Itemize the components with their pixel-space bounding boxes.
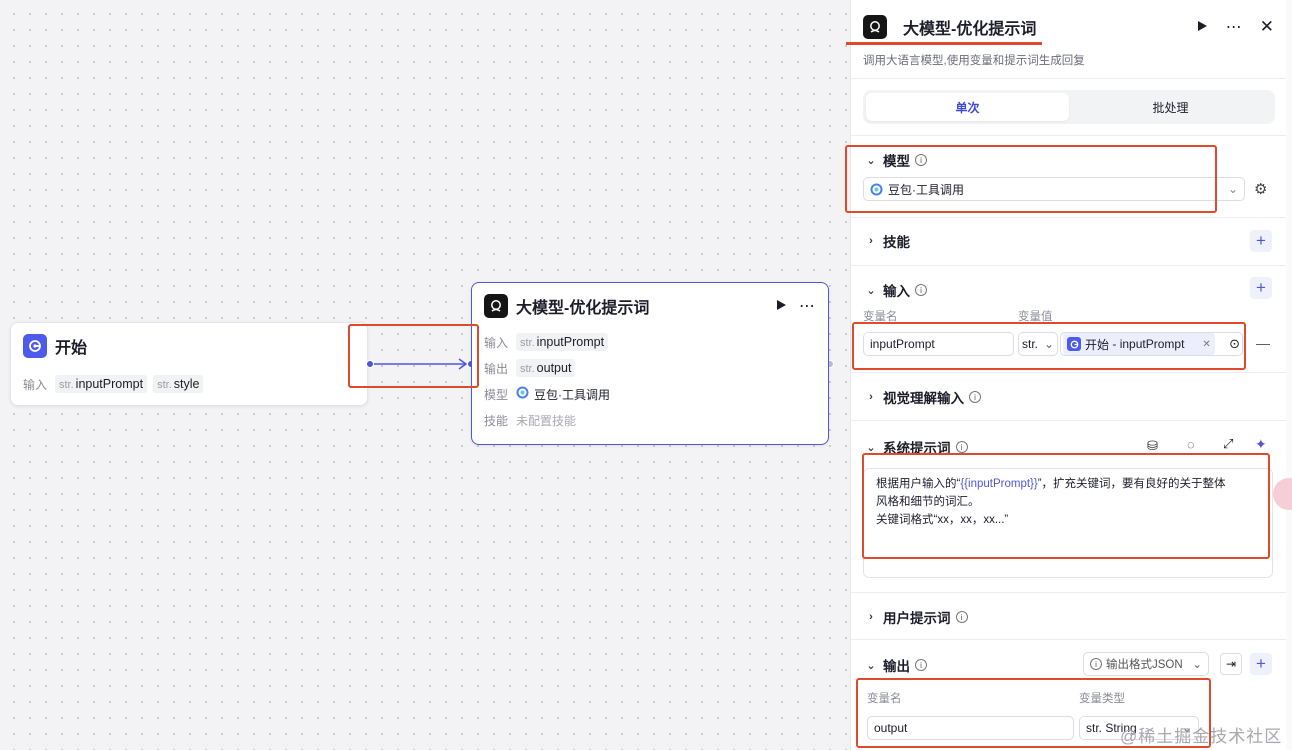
import-icon[interactable]: ⇥ — [1220, 653, 1242, 675]
llm-input-tag: str. inputPrompt — [516, 333, 609, 351]
add-output-button[interactable]: + — [1250, 653, 1272, 675]
start-node-icon — [23, 334, 47, 358]
llm-node-icon — [484, 294, 508, 318]
add-skill-button[interactable]: + — [1250, 230, 1272, 252]
info-icon: i — [969, 391, 981, 403]
llm-model-name: 豆包·工具调用 — [534, 387, 610, 402]
sparkle-optimize-icon[interactable]: ✦ — [1255, 436, 1267, 453]
watermark: @稀土掘金技术社区 — [1120, 727, 1283, 746]
run-node-icon[interactable] — [775, 299, 787, 314]
info-icon: i — [955, 611, 968, 623]
settings-gear-icon[interactable]: ⚙ — [1254, 180, 1267, 198]
input-section-header[interactable]: ⌄ 输入 i — [863, 280, 927, 300]
chevron-down-icon: ⌄ — [866, 284, 876, 297]
mode-tabs: 单次 批处理 — [863, 90, 1275, 124]
panel-description: 调用大语言模型,使用变量和提示词生成回复 — [863, 55, 1085, 67]
tab-single[interactable]: 单次 — [866, 93, 1069, 121]
llm-skill-value: 未配置技能 — [516, 413, 577, 428]
llm-node[interactable]: 大模型-优化提示词 ⋯ 输入 str. inputPrompt 输出 str. ou… — [471, 282, 829, 445]
skills-section-header[interactable]: › 技能 — [863, 231, 910, 251]
title-underline-annotation — [846, 42, 1042, 45]
run-icon[interactable] — [1196, 20, 1208, 35]
chevron-right-icon: › — [869, 235, 873, 247]
llm-skill-label: 技能 — [484, 413, 509, 428]
start-param-tag: str. inputPrompt — [55, 375, 148, 393]
vision-section-header[interactable]: › 视觉理解输入 i — [863, 387, 981, 407]
chevron-down-icon: ⌄ — [866, 659, 876, 672]
panel-title[interactable]: 大模型-优化提示词 — [903, 15, 1036, 39]
close-icon[interactable]: ✕ — [1260, 17, 1274, 37]
remove-input-icon[interactable]: — — [1256, 335, 1270, 351]
annotation-box — [845, 145, 1217, 213]
expand-icon[interactable]: ⤢ — [1223, 436, 1233, 452]
info-icon: i — [915, 659, 927, 671]
chevron-right-icon: › — [869, 391, 873, 403]
start-node-title: 开始 — [55, 340, 88, 357]
workflow-canvas[interactable]: 开始 输入 str. inputPrompt str. style 大模型-优化提示… — [0, 0, 850, 750]
add-input-button[interactable]: + — [1250, 277, 1272, 299]
chevron-down-icon: ⌄ — [1227, 182, 1238, 196]
llm-panel-icon — [863, 15, 887, 39]
output-section-header[interactable]: ⌄ 输出 i — [863, 655, 927, 675]
start-node-input-label: 输入 — [23, 377, 48, 392]
llm-input-label: 输入 — [484, 335, 509, 350]
info-icon: i — [1090, 658, 1102, 670]
tab-batch[interactable]: 批处理 — [1069, 93, 1272, 121]
doubao-icon — [516, 386, 529, 402]
start-param-tag: str. style — [153, 375, 204, 393]
start-node[interactable]: 开始 输入 str. inputPrompt str. style — [10, 322, 368, 406]
prompt-library-icon[interactable]: ⛁ — [1147, 438, 1158, 454]
llm-output-tag: str. output — [516, 359, 576, 377]
annotation-box — [852, 322, 1246, 370]
user-prompt-header[interactable]: › 用户提示词 i — [863, 607, 968, 627]
annotation-box — [862, 453, 1270, 559]
node-config-panel: 大模型-优化提示词 ⋯ ✕ 调用大语言模型,使用变量和提示词生成回复 单次 批处… — [850, 0, 1286, 750]
output-format-select[interactable]: i 输出格式JSON ⌄ — [1083, 652, 1209, 676]
more-icon[interactable]: ⋯ — [1226, 17, 1242, 37]
annotation-box — [348, 324, 479, 388]
llm-output-label: 输出 — [484, 361, 509, 376]
llm-node-title: 大模型-优化提示词 — [516, 300, 650, 317]
panel-scrollbar[interactable] — [1286, 0, 1292, 750]
bulb-icon[interactable]: ◌ — [1187, 437, 1195, 452]
chevron-right-icon: › — [869, 611, 873, 623]
more-icon[interactable]: ⋯ — [799, 296, 816, 316]
info-icon: i — [915, 284, 927, 296]
info-icon: i — [955, 441, 968, 453]
chevron-down-icon: ⌄ — [866, 441, 876, 454]
llm-model-label: 模型 — [484, 387, 509, 402]
